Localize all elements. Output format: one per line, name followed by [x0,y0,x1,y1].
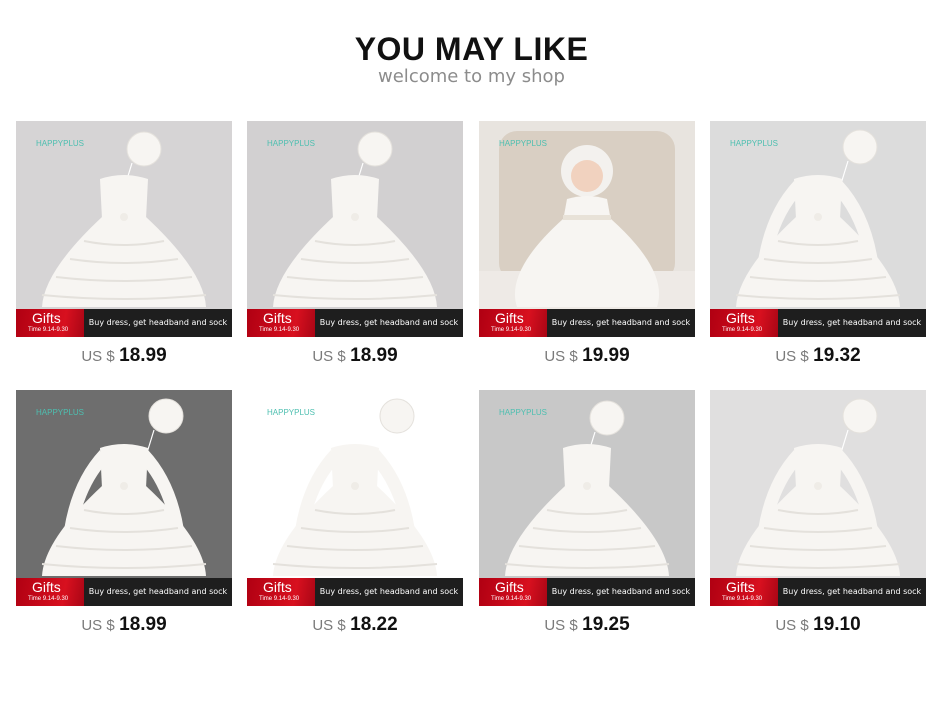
dress-illustration [735,398,901,576]
product-image[interactable]: HAPPYPLUS Gifts Time 9.14-9.30 Buy dress… [16,390,232,606]
product-card[interactable]: HAPPYPLUS Gifts Time 9.14-9.30 Buy dress… [16,121,232,371]
price-amount: 19.32 [813,345,861,366]
price-currency: US $ [775,348,809,365]
product-card[interactable]: HAPPYPLUS Gifts Time 9.14-9.30 Buy dress… [710,121,926,371]
gift-banner: Gifts Time 9.14-9.30 Buy dress, get head… [710,309,926,337]
section-header: YOU MAY LIKE welcome to my shop [0,30,943,88]
price-currency: US $ [312,348,346,365]
promo-text: Buy dress, get headband and sock [84,309,232,337]
dress-illustration [504,400,670,576]
gift-title: Gifts [726,579,755,595]
promo-text: Buy dress, get headband and sock [84,578,232,606]
gift-banner: Gifts Time 9.14-9.30 Buy dress, get head… [479,309,695,337]
gift-title: Gifts [32,310,61,326]
product-card[interactable]: HAPPYPLUS Gifts Time 9.14-9.30 Buy dress… [479,121,695,371]
price-amount: 19.25 [582,614,630,635]
product-price[interactable]: US $ 19.10 [710,614,926,636]
gift-date: Time 9.14-9.30 [491,596,532,602]
section-subtitle: welcome to my shop [378,66,565,87]
brand-watermark: HAPPYPLUS [730,139,779,148]
product-card[interactable]: HAPPYPLUS Gifts Time 9.14-9.30 Buy dress… [479,390,695,640]
promo-text: Buy dress, get headband and sock [778,578,926,606]
product-card[interactable]: Gifts Time 9.14-9.30 Buy dress, get head… [710,390,926,640]
dress-illustration [41,398,207,576]
product-image[interactable]: HAPPYPLUS Gifts Time 9.14-9.30 Buy dress… [479,121,695,337]
price-currency: US $ [81,617,115,634]
gift-banner: Gifts Time 9.14-9.30 Buy dress, get head… [247,309,463,337]
product-image[interactable]: HAPPYPLUS Gifts Time 9.14-9.30 Buy dress… [247,121,463,337]
price-currency: US $ [544,348,578,365]
product-card[interactable]: HAPPYPLUS Gifts Time 9.14-9.30 Buy dress… [247,390,463,640]
product-price[interactable]: US $ 19.32 [710,345,926,367]
gift-date: Time 9.14-9.30 [259,596,300,602]
product-price[interactable]: US $ 18.22 [247,614,463,636]
dress-illustration [479,131,695,337]
brand-watermark: HAPPYPLUS [267,139,316,148]
promo-text: Buy dress, get headband and sock [315,578,463,606]
product-price[interactable]: US $ 18.99 [16,614,232,636]
price-currency: US $ [775,617,809,634]
gift-banner: Gifts Time 9.14-9.30 Buy dress, get head… [479,578,695,606]
price-currency: US $ [81,348,115,365]
product-card[interactable]: HAPPYPLUS Gifts Time 9.14-9.30 Buy dress… [247,121,463,371]
price-amount: 18.99 [350,345,398,366]
price-amount: 18.22 [350,614,398,635]
promo-text: Buy dress, get headband and sock [778,309,926,337]
gift-title: Gifts [726,310,755,326]
product-image[interactable]: HAPPYPLUS Gifts Time 9.14-9.30 Buy dress… [247,390,463,606]
product-image[interactable]: HAPPYPLUS Gifts Time 9.14-9.30 Buy dress… [16,121,232,337]
dress-illustration [272,398,438,576]
gift-title: Gifts [32,579,61,595]
product-price[interactable]: US $ 19.25 [479,614,695,636]
price-amount: 18.99 [119,614,167,635]
gift-title: Gifts [495,310,524,326]
gift-date: Time 9.14-9.30 [722,596,763,602]
product-image[interactable]: HAPPYPLUS Gifts Time 9.14-9.30 Buy dress… [479,390,695,606]
product-card[interactable]: HAPPYPLUS Gifts Time 9.14-9.30 Buy dress… [16,390,232,640]
price-amount: 18.99 [119,345,167,366]
brand-watermark: HAPPYPLUS [36,139,85,148]
product-image[interactable]: HAPPYPLUS Gifts Time 9.14-9.30 Buy dress… [710,121,926,337]
brand-watermark: HAPPYPLUS [499,408,548,417]
price-amount: 19.99 [582,345,630,366]
brand-watermark: HAPPYPLUS [499,139,548,148]
gift-title: Gifts [263,579,292,595]
gift-banner: Gifts Time 9.14-9.30 Buy dress, get head… [247,578,463,606]
promo-text: Buy dress, get headband and sock [547,578,695,606]
gift-title: Gifts [495,579,524,595]
section-title: YOU MAY LIKE [354,31,589,67]
product-price[interactable]: US $ 19.99 [479,345,695,367]
brand-watermark: HAPPYPLUS [267,408,316,417]
gift-date: Time 9.14-9.30 [28,327,69,333]
gift-title: Gifts [263,310,292,326]
promo-text: Buy dress, get headband and sock [547,309,695,337]
price-currency: US $ [312,617,346,634]
price-currency: US $ [544,617,578,634]
dress-illustration [272,131,438,307]
dress-illustration [41,131,207,307]
dress-illustration [735,129,901,307]
product-image[interactable]: Gifts Time 9.14-9.30 Buy dress, get head… [710,390,926,606]
gift-date: Time 9.14-9.30 [491,327,532,333]
brand-watermark: HAPPYPLUS [36,408,85,417]
gift-banner: Gifts Time 9.14-9.30 Buy dress, get head… [16,309,232,337]
gift-banner: Gifts Time 9.14-9.30 Buy dress, get head… [16,578,232,606]
price-amount: 19.10 [813,614,861,635]
product-grid: HAPPYPLUS Gifts Time 9.14-9.30 Buy dress… [16,121,928,641]
product-price[interactable]: US $ 18.99 [247,345,463,367]
product-price[interactable]: US $ 18.99 [16,345,232,367]
promo-text: Buy dress, get headband and sock [315,309,463,337]
gift-date: Time 9.14-9.30 [28,596,69,602]
gift-date: Time 9.14-9.30 [722,327,763,333]
gift-banner: Gifts Time 9.14-9.30 Buy dress, get head… [710,578,926,606]
gift-date: Time 9.14-9.30 [259,327,300,333]
